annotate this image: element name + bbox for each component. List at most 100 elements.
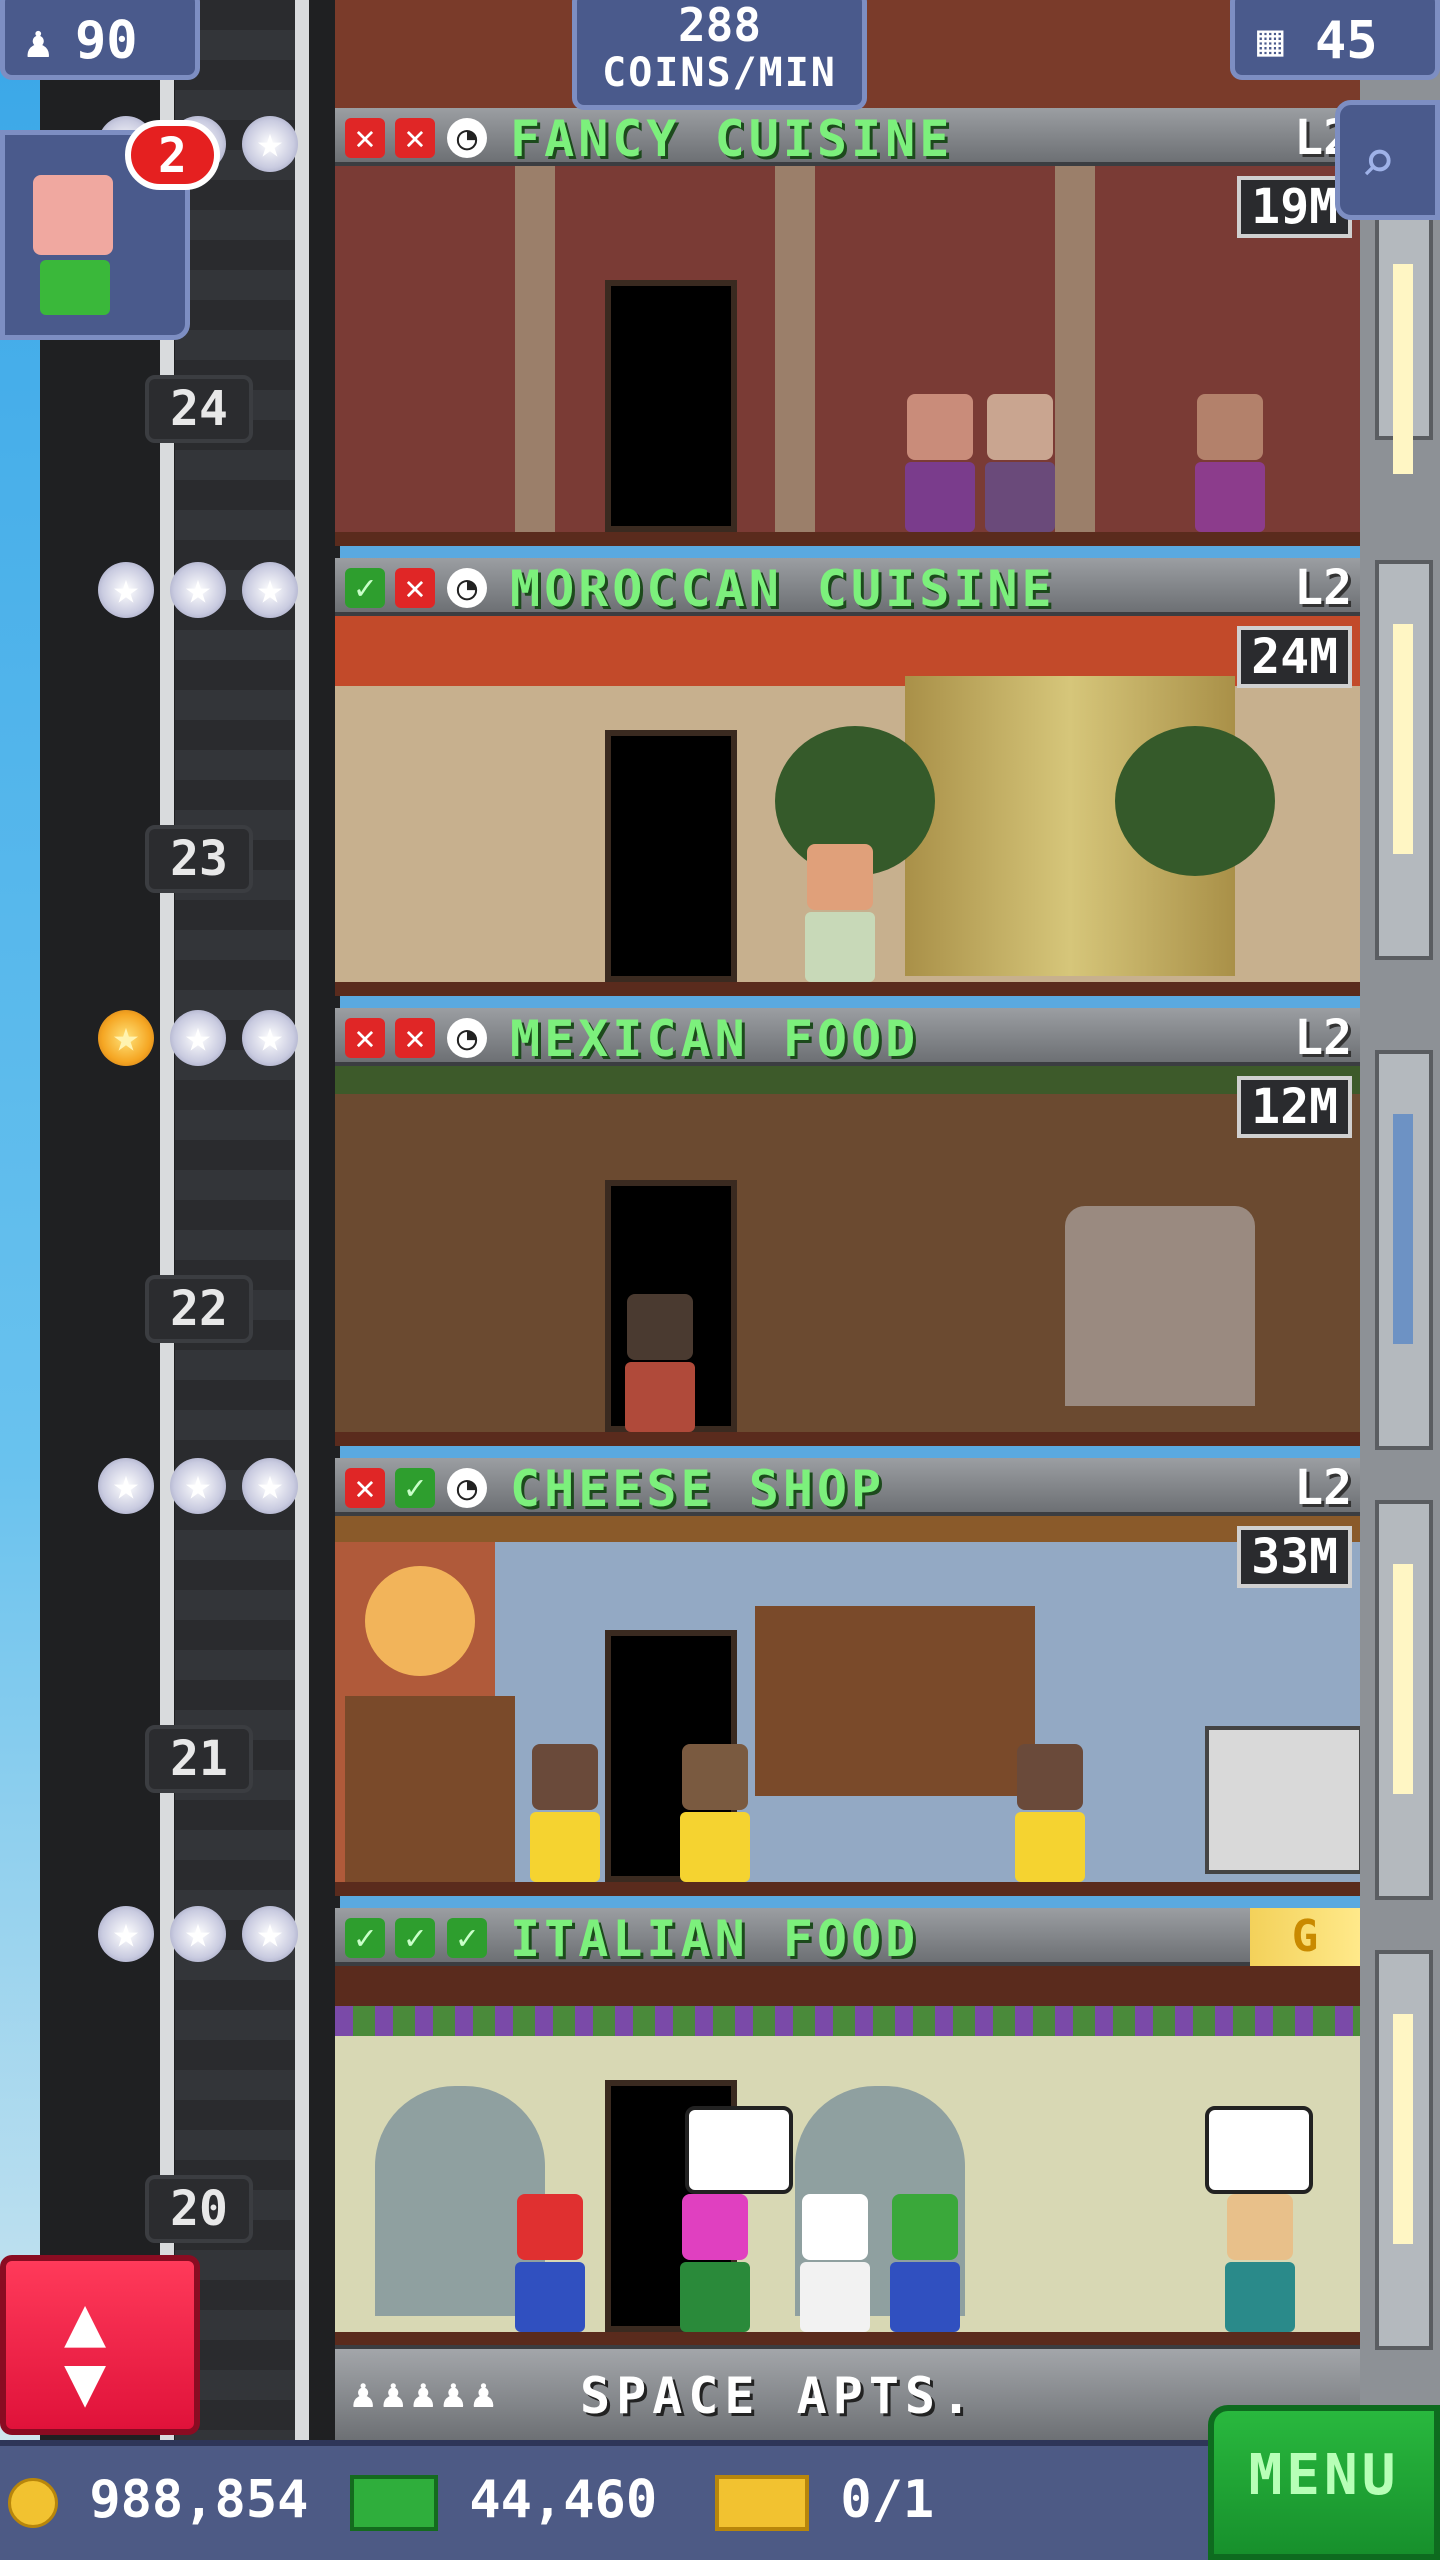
check-icon: ✓ bbox=[345, 1918, 385, 1958]
cross-icon: ✕ bbox=[345, 1018, 385, 1058]
window-panel bbox=[1375, 1950, 1433, 2350]
visitor-sprite bbox=[625, 1294, 695, 1432]
star-icon: ★ bbox=[242, 1906, 298, 1962]
floor-fancy-cuisine[interactable]: ✕ ✕ ◔ FANCY CUISINE L2 19M bbox=[335, 108, 1360, 558]
thought-bubble-icon[interactable] bbox=[1205, 2106, 1313, 2194]
star-icon-filled: ★ bbox=[98, 1010, 154, 1066]
menu-button[interactable]: MENU bbox=[1208, 2405, 1440, 2560]
floor-name: MEXICAN FOOD bbox=[510, 1010, 920, 1068]
floor-mexican-food[interactable]: ✕ ✕ ◔ MEXICAN FOOD L2 12M bbox=[335, 1008, 1360, 1458]
clock-icon: ◔ bbox=[447, 118, 487, 158]
floor-italian-food[interactable]: ✓ ✓ ✓ ITALIAN FOOD G bbox=[335, 1908, 1360, 2358]
cross-icon: ✕ bbox=[395, 1018, 435, 1058]
coins-display[interactable]: 988,854 bbox=[8, 2470, 308, 2530]
room-interior bbox=[335, 1516, 1360, 1896]
star-icon: ★ bbox=[98, 562, 154, 618]
cross-icon: ✕ bbox=[395, 568, 435, 608]
search-button[interactable]: ⌕ bbox=[1335, 100, 1440, 220]
room-interior bbox=[335, 1966, 1360, 2346]
building-icon: ▦ bbox=[1257, 15, 1284, 66]
doorway bbox=[605, 730, 737, 982]
rate-unit: COINS/MIN bbox=[602, 50, 837, 96]
cross-icon: ✕ bbox=[345, 1468, 385, 1508]
check-icon: ✓ bbox=[345, 568, 385, 608]
staff-sprite bbox=[680, 1744, 750, 1882]
room-interior bbox=[335, 1066, 1360, 1446]
bux-display[interactable]: 44,460 bbox=[350, 2470, 657, 2531]
floor-value-badge: 24M bbox=[1237, 626, 1352, 688]
floor-level: L2 bbox=[1294, 1460, 1352, 1516]
floor-name: FANCY CUISINE bbox=[510, 110, 954, 168]
floor-header: ✓ ✓ ✓ ITALIAN FOOD G bbox=[335, 1908, 1360, 1968]
population-value: 90 bbox=[75, 11, 138, 71]
floor-header: ✕ ✕ ◔ FANCY CUISINE L2 bbox=[335, 108, 1360, 168]
check-icon: ✓ bbox=[395, 1918, 435, 1958]
ticket-icon bbox=[715, 2475, 809, 2531]
thought-bubble-icon[interactable] bbox=[685, 2106, 793, 2194]
floor-moroccan-cuisine[interactable]: ✓ ✕ ◔ MOROCCAN CUISINE L2 24M bbox=[335, 558, 1360, 1008]
floor-number-22: 22 bbox=[145, 1275, 253, 1343]
star-icon: ★ bbox=[242, 116, 298, 172]
star-icon: ★ bbox=[242, 1458, 298, 1514]
floor-name: MOROCCAN CUISINE bbox=[510, 560, 1056, 618]
notification-badge[interactable]: 2 bbox=[125, 120, 220, 190]
star-icon: ★ bbox=[170, 1458, 226, 1514]
floor-header: ✓ ✕ ◔ MOROCCAN CUISINE L2 bbox=[335, 558, 1360, 618]
clock-icon: ◔ bbox=[447, 568, 487, 608]
floor-space-apts[interactable]: ♟♟♟♟♟ SPACE APTS. bbox=[335, 2345, 1360, 2440]
population-counter[interactable]: ♟ 90 bbox=[0, 0, 200, 80]
window-panel bbox=[1375, 560, 1433, 960]
floor-name: SPACE APTS. bbox=[580, 2367, 978, 2425]
star-icon: ★ bbox=[170, 1010, 226, 1066]
residents-icon: ♟♟♟♟♟ bbox=[351, 2371, 502, 2417]
visitor-sprite bbox=[680, 2194, 750, 2332]
bux-icon bbox=[350, 2475, 438, 2531]
visitor-sprite bbox=[805, 844, 875, 982]
floor-number-21: 21 bbox=[145, 1725, 253, 1793]
visitor-sprite bbox=[1195, 394, 1265, 532]
visitor-sprite bbox=[1225, 2194, 1295, 2332]
star-icon: ★ bbox=[242, 562, 298, 618]
cross-icon: ✕ bbox=[395, 118, 435, 158]
floor-number-24: 24 bbox=[145, 375, 253, 443]
floors-value: 45 bbox=[1315, 11, 1378, 71]
clock-icon: ◔ bbox=[447, 1018, 487, 1058]
floor-name: CHEESE SHOP bbox=[510, 1460, 886, 1518]
cross-icon: ✕ bbox=[345, 118, 385, 158]
floor-level: L2 bbox=[1294, 1010, 1352, 1066]
floor-cheese-shop[interactable]: ✕ ✓ ◔ CHEESE SHOP L2 33M bbox=[335, 1458, 1360, 1908]
floor-value-badge: 12M bbox=[1237, 1076, 1352, 1138]
window-panel bbox=[1375, 200, 1433, 474]
visitor-sprite bbox=[985, 394, 1055, 532]
visitor-sprite bbox=[890, 2194, 960, 2332]
gold-floor-badge[interactable]: G bbox=[1250, 1908, 1360, 1966]
visitor-avatar bbox=[33, 175, 113, 255]
coins-per-min-display: 288 COINS/MIN bbox=[572, 0, 867, 110]
staff-sprite bbox=[530, 1744, 600, 1882]
star-icon: ★ bbox=[242, 1010, 298, 1066]
staff-sprite bbox=[1015, 1744, 1085, 1882]
floor-value-badge: 33M bbox=[1237, 1526, 1352, 1588]
check-icon: ✓ bbox=[447, 1918, 487, 1958]
elevator-shaft[interactable] bbox=[40, 0, 340, 2440]
room-interior bbox=[335, 166, 1360, 546]
clock-icon: ◔ bbox=[447, 1468, 487, 1508]
coins-value: 988,854 bbox=[89, 2470, 309, 2530]
floor-level: L2 bbox=[1294, 560, 1352, 616]
elevator-button[interactable]: ▲ ▼ bbox=[0, 2255, 200, 2435]
star-icon: ★ bbox=[98, 1906, 154, 1962]
check-icon: ✓ bbox=[395, 1468, 435, 1508]
magnifier-icon: ⌕ bbox=[1360, 127, 1397, 197]
star-icon: ★ bbox=[170, 562, 226, 618]
room-interior bbox=[335, 616, 1360, 996]
floors-counter[interactable]: ▦ 45 bbox=[1230, 0, 1440, 80]
floor-name: ITALIAN FOOD bbox=[510, 1910, 920, 1968]
window-panel bbox=[1375, 1500, 1433, 1900]
window-panel bbox=[1375, 1050, 1433, 1450]
coin-icon bbox=[8, 2478, 58, 2528]
tickets-display[interactable]: 0/1 bbox=[715, 2470, 934, 2531]
bux-value: 44,460 bbox=[469, 2470, 658, 2530]
visitor-sprite bbox=[905, 394, 975, 532]
floor-number-20: 20 bbox=[145, 2175, 253, 2243]
visitor-sprite bbox=[515, 2194, 585, 2332]
